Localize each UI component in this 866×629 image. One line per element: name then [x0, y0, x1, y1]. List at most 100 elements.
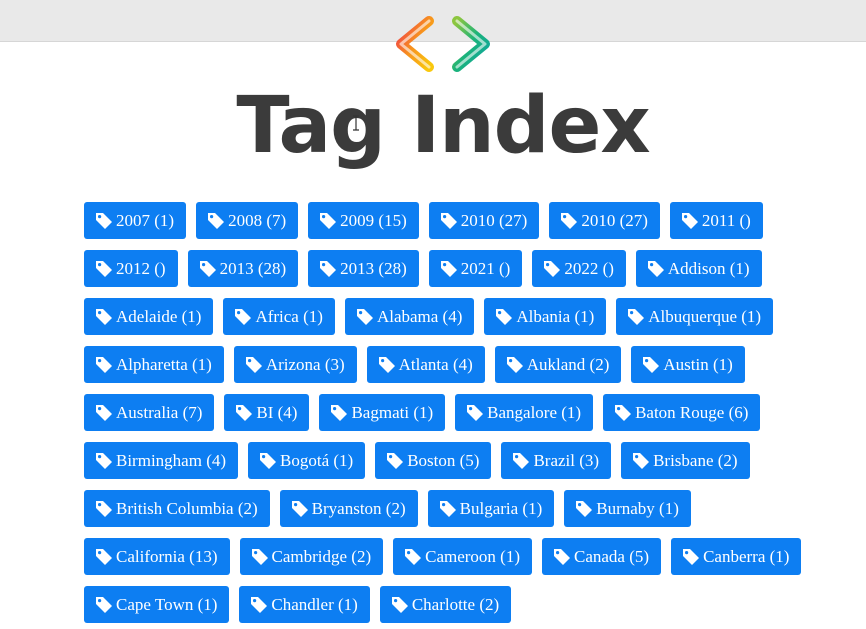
tag-label: 2008 (7) [228, 210, 287, 230]
tag-label: Birmingham (4) [116, 450, 227, 470]
tag-label: 2021 () [460, 258, 511, 278]
code-brackets-logo[interactable] [391, 12, 497, 74]
tag-label: 2010 (27) [460, 210, 528, 230]
tag-label: British Columbia (2) [116, 498, 258, 518]
tag-icon [647, 261, 664, 277]
tag-label: Albania (1) [516, 306, 595, 326]
tag-icon [387, 453, 404, 469]
tag-button[interactable]: Australia (7) [84, 394, 215, 431]
tag-icon [96, 597, 112, 613]
tag-button[interactable]: Baton Rouge (6) [603, 394, 761, 431]
tag-icon [576, 501, 593, 517]
tag-button[interactable]: Albania (1) [484, 298, 607, 335]
tag-icon [496, 309, 513, 325]
tag-label: Alabama (4) [376, 306, 463, 326]
tag-button[interactable]: 2009 (15) [308, 202, 419, 239]
tag-icon [544, 261, 561, 277]
tag-button[interactable]: Adelaide (1) [84, 298, 214, 335]
tag-icon [208, 213, 225, 229]
tag-button[interactable]: Bulgaria (1) [427, 490, 555, 527]
tag-button[interactable]: Brisbane (2) [621, 442, 750, 479]
tag-button[interactable]: British Columbia (2) [84, 490, 270, 527]
tag-label: 2009 (15) [340, 210, 407, 230]
tag-icon [245, 357, 262, 373]
tag-icon [251, 597, 268, 613]
tag-button[interactable]: Atlanta (4) [366, 346, 485, 383]
tag-icon [440, 213, 457, 229]
tag-button[interactable]: 2008 (7) [196, 202, 299, 239]
tag-label: Albuquerque (1) [648, 306, 762, 326]
tag-label: Canberra (1) [703, 546, 790, 566]
tag-label: Bangalore (1) [487, 402, 582, 422]
tag-button[interactable]: 2010 (27) [549, 202, 660, 239]
tag-icon [628, 309, 645, 325]
tag-label: Africa (1) [255, 306, 323, 326]
tag-button[interactable]: 2010 (27) [428, 202, 540, 239]
tag-button[interactable]: Alabama (4) [344, 298, 475, 335]
tag-button[interactable]: 2007 (1) [84, 202, 187, 239]
tag-icon [554, 549, 570, 565]
tag-button[interactable]: Canada (5) [542, 538, 662, 575]
tag-button[interactable]: Brazil (3) [501, 442, 612, 479]
tag-label: 2013 (28) [219, 258, 287, 278]
tag-label: Alpharetta (1) [116, 354, 212, 374]
tag-icon [439, 501, 456, 517]
tag-label: Aukland (2) [526, 354, 610, 374]
tag-button[interactable]: 2013 (28) [308, 250, 419, 287]
tag-button[interactable]: California (13) [84, 538, 230, 575]
tag-button[interactable]: Chandler (1) [239, 586, 370, 623]
tag-icon [615, 405, 632, 421]
tag-button[interactable]: Cameroon (1) [393, 538, 532, 575]
tag-label: Boston (5) [407, 450, 480, 470]
tag-button[interactable]: Charlotte (2) [379, 586, 512, 623]
tag-button[interactable]: 2011 () [669, 202, 763, 239]
tag-button[interactable]: BI (4) [224, 394, 310, 431]
tag-button[interactable]: 2022 () [532, 250, 626, 287]
tag-label: Burnaby (1) [596, 498, 679, 518]
tag-button[interactable]: Arizona (3) [233, 346, 357, 383]
tag-icon [643, 357, 660, 373]
tag-button[interactable]: Addison (1) [635, 250, 762, 287]
tag-label: Atlanta (4) [398, 354, 473, 374]
tag-label: Bryanston (2) [311, 498, 406, 518]
tag-button[interactable]: Burnaby (1) [564, 490, 691, 527]
tag-icon [199, 261, 216, 277]
tag-icon [96, 261, 112, 277]
tag-button[interactable]: Cape Town (1) [84, 586, 230, 623]
tag-icon [513, 453, 530, 469]
tag-icon [96, 357, 112, 373]
tag-label: Bogotá (1) [280, 450, 354, 470]
tag-label: Bulgaria (1) [459, 498, 543, 518]
tag-label: BI (4) [256, 402, 298, 422]
tag-button[interactable]: Africa (1) [223, 298, 335, 335]
tag-button[interactable]: Albuquerque (1) [616, 298, 774, 335]
tag-button[interactable]: Bagmati (1) [319, 394, 446, 431]
tag-icon [506, 357, 523, 373]
tag-button[interactable]: 2012 () [84, 250, 178, 287]
tag-label: Canada (5) [574, 546, 650, 566]
tag-button[interactable]: Bryanston (2) [279, 490, 418, 527]
tag-button[interactable]: 2021 () [428, 250, 523, 287]
tag-label: Cape Town (1) [116, 594, 218, 614]
tag-button[interactable]: Bogotá (1) [248, 442, 366, 479]
tag-label: California (13) [116, 546, 218, 566]
tag-icon [681, 213, 698, 229]
tag-label: Brazil (3) [533, 450, 600, 470]
tag-list: 2007 (1) 2008 (7) 2009 (15) 2010 (27) 2010 (… [84, 202, 804, 623]
tag-button[interactable]: Cambridge (2) [239, 538, 384, 575]
tag-label: 2013 (28) [340, 258, 407, 278]
tag-icon [96, 213, 112, 229]
tag-button[interactable]: Boston (5) [375, 442, 492, 479]
tag-button[interactable]: Alpharetta (1) [84, 346, 224, 383]
tag-icon [96, 501, 112, 517]
tag-button[interactable]: 2013 (28) [187, 250, 299, 287]
tag-button[interactable]: Bangalore (1) [455, 394, 594, 431]
tag-icon [260, 453, 277, 469]
tag-button[interactable]: Birmingham (4) [84, 442, 239, 479]
tag-label: Charlotte (2) [411, 594, 500, 614]
tag-label: 2022 () [564, 258, 614, 278]
tag-label: Brisbane (2) [653, 450, 738, 470]
tag-button[interactable]: Canberra (1) [671, 538, 802, 575]
tag-button[interactable]: Austin (1) [631, 346, 745, 383]
tag-button[interactable]: Aukland (2) [494, 346, 622, 383]
